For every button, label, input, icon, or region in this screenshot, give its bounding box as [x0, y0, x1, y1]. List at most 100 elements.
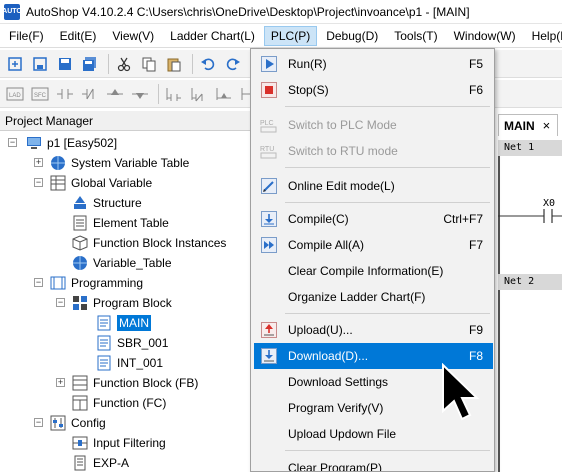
- download-icon: [259, 346, 279, 366]
- tree-item-element-table[interactable]: Element Table: [72, 213, 169, 233]
- tree-item-input-filtering[interactable]: Input Filtering: [72, 433, 166, 453]
- collapse-icon[interactable]: −: [34, 418, 43, 427]
- menu-file[interactable]: File(F): [2, 26, 51, 46]
- contact-no-icon[interactable]: [54, 83, 76, 105]
- tab-label: MAIN: [504, 118, 535, 133]
- table-icon: [50, 175, 66, 191]
- tab-main[interactable]: MAIN ×: [498, 114, 558, 136]
- parallel-edge-icon[interactable]: [213, 83, 235, 105]
- menu-item-clear-program[interactable]: Clear Program(P): [254, 455, 493, 471]
- menu-item-compile-all[interactable]: Compile All(A) F7: [254, 232, 493, 258]
- upload-icon: [259, 320, 279, 340]
- menu-tools[interactable]: Tools(T): [387, 26, 444, 46]
- tree-label: Config: [71, 416, 106, 430]
- save-all-icon[interactable]: [79, 53, 101, 75]
- tree-label: Element Table: [93, 216, 169, 230]
- copy-icon[interactable]: [138, 53, 160, 75]
- menu-edit[interactable]: Edit(E): [53, 26, 104, 46]
- title-bar: AUTO AutoShop V4.10.2.4 C:\Users\chris\O…: [0, 0, 562, 24]
- parallel-nc-icon[interactable]: [188, 83, 210, 105]
- undo-icon[interactable]: [197, 53, 219, 75]
- menu-ladder-chart[interactable]: Ladder Chart(L): [163, 26, 262, 46]
- svg-text:SFC: SFC: [34, 93, 47, 99]
- contact-nc-icon[interactable]: [79, 83, 101, 105]
- tree-item-structure[interactable]: Structure: [72, 193, 142, 213]
- tree-label: p1 [Easy502]: [47, 136, 118, 150]
- menu-separator: [285, 313, 490, 314]
- menu-window[interactable]: Window(W): [447, 26, 523, 46]
- menu-separator: [285, 106, 490, 107]
- falling-edge-icon[interactable]: [129, 83, 151, 105]
- tree-item-fb-instances[interactable]: Function Block Instances: [72, 233, 226, 253]
- expand-icon[interactable]: +: [34, 158, 43, 167]
- tree-item-config[interactable]: Config: [50, 413, 106, 433]
- save-icon[interactable]: [54, 53, 76, 75]
- sfc-mode-icon[interactable]: SFC: [29, 83, 51, 105]
- mouse-cursor-icon: [442, 363, 480, 421]
- filter-icon: [72, 435, 88, 451]
- menu-separator: [285, 450, 490, 451]
- tree-item-main[interactable]: MAIN: [96, 313, 151, 333]
- tree-item-root[interactable]: p1 [Easy502]: [26, 133, 117, 153]
- power-rail: [498, 290, 500, 472]
- toolbar-separator: [158, 83, 159, 104]
- menu-item-upload-updown-file[interactable]: Upload Updown File: [254, 421, 493, 447]
- menu-help[interactable]: Help(H): [525, 26, 562, 46]
- toolbar-separator: [108, 53, 109, 74]
- menu-item-switch-rtu-mode[interactable]: RTU Switch to RTU mode: [254, 138, 493, 164]
- expansion-module-icon: [72, 455, 88, 471]
- rising-edge-icon[interactable]: [104, 83, 126, 105]
- run-icon: [259, 54, 279, 74]
- tree-label: Structure: [93, 196, 142, 210]
- parallel-no-icon[interactable]: [163, 83, 185, 105]
- collapse-icon[interactable]: −: [34, 178, 43, 187]
- ladder-mode-icon[interactable]: LAD: [4, 83, 26, 105]
- menu-plc[interactable]: PLC(P): [263, 25, 318, 46]
- ladder-editor[interactable]: [494, 111, 562, 472]
- menu-item-upload[interactable]: Upload(U)... F9: [254, 317, 493, 343]
- tree-item-system-variable-table[interactable]: System Variable Table: [50, 153, 189, 173]
- tree-item-global-variable[interactable]: Global Variable: [50, 173, 152, 193]
- tree-item-expa[interactable]: EXP-A: [72, 453, 129, 472]
- svg-text:RTU: RTU: [260, 146, 274, 153]
- new-file-icon[interactable]: [4, 53, 26, 75]
- menu-item-clear-compile-info[interactable]: Clear Compile Information(E): [254, 258, 493, 284]
- collapse-icon[interactable]: −: [56, 298, 65, 307]
- menu-item-compile[interactable]: Compile(C) Ctrl+F7: [254, 206, 493, 232]
- menu-item-switch-plc-mode[interactable]: PLC Switch to PLC Mode: [254, 112, 493, 138]
- tree-item-int[interactable]: INT_001: [96, 353, 163, 373]
- collapse-icon[interactable]: −: [8, 138, 17, 147]
- compile-all-icon: [259, 235, 279, 255]
- redo-icon[interactable]: [222, 53, 244, 75]
- close-icon[interactable]: ×: [543, 118, 551, 133]
- tree-item-program-block[interactable]: Program Block: [72, 293, 172, 313]
- tree-item-variable-table[interactable]: Variable_Table: [72, 253, 172, 273]
- net-header-1: Net 1: [498, 140, 562, 156]
- ladder-contact[interactable]: [498, 206, 562, 226]
- config-icon: [50, 415, 66, 431]
- project-manager-title: Project Manager: [5, 114, 94, 128]
- menu-debug[interactable]: Debug(D): [319, 26, 385, 46]
- tree-item-function-block[interactable]: Function Block (FB): [72, 373, 198, 393]
- menu-item-online-edit[interactable]: Online Edit mode(L): [254, 173, 493, 199]
- structure-icon: [72, 195, 88, 211]
- svg-text:LAD: LAD: [9, 93, 21, 99]
- globe-icon: [50, 155, 66, 171]
- tree-label-selected: MAIN: [117, 315, 151, 331]
- tree-item-function[interactable]: Function (FC): [72, 393, 166, 413]
- project-manager-header: Project Manager: [0, 111, 258, 131]
- collapse-icon[interactable]: −: [34, 278, 43, 287]
- program-file-icon: [96, 335, 112, 351]
- cut-icon[interactable]: [113, 53, 135, 75]
- paste-icon[interactable]: [163, 53, 185, 75]
- menu-view[interactable]: View(V): [105, 26, 161, 46]
- tree-item-programming[interactable]: Programming: [50, 273, 143, 293]
- menu-item-organize-ladder[interactable]: Organize Ladder Chart(F): [254, 284, 493, 310]
- rtu-mode-icon: RTU: [259, 141, 279, 161]
- tree-item-sbr[interactable]: SBR_001: [96, 333, 168, 353]
- open-file-icon[interactable]: [29, 53, 51, 75]
- menu-item-stop[interactable]: Stop(S) F6: [254, 77, 493, 103]
- expand-icon[interactable]: +: [56, 378, 65, 387]
- menu-item-run[interactable]: Run(R) F5: [254, 51, 493, 77]
- document-icon: [72, 215, 88, 231]
